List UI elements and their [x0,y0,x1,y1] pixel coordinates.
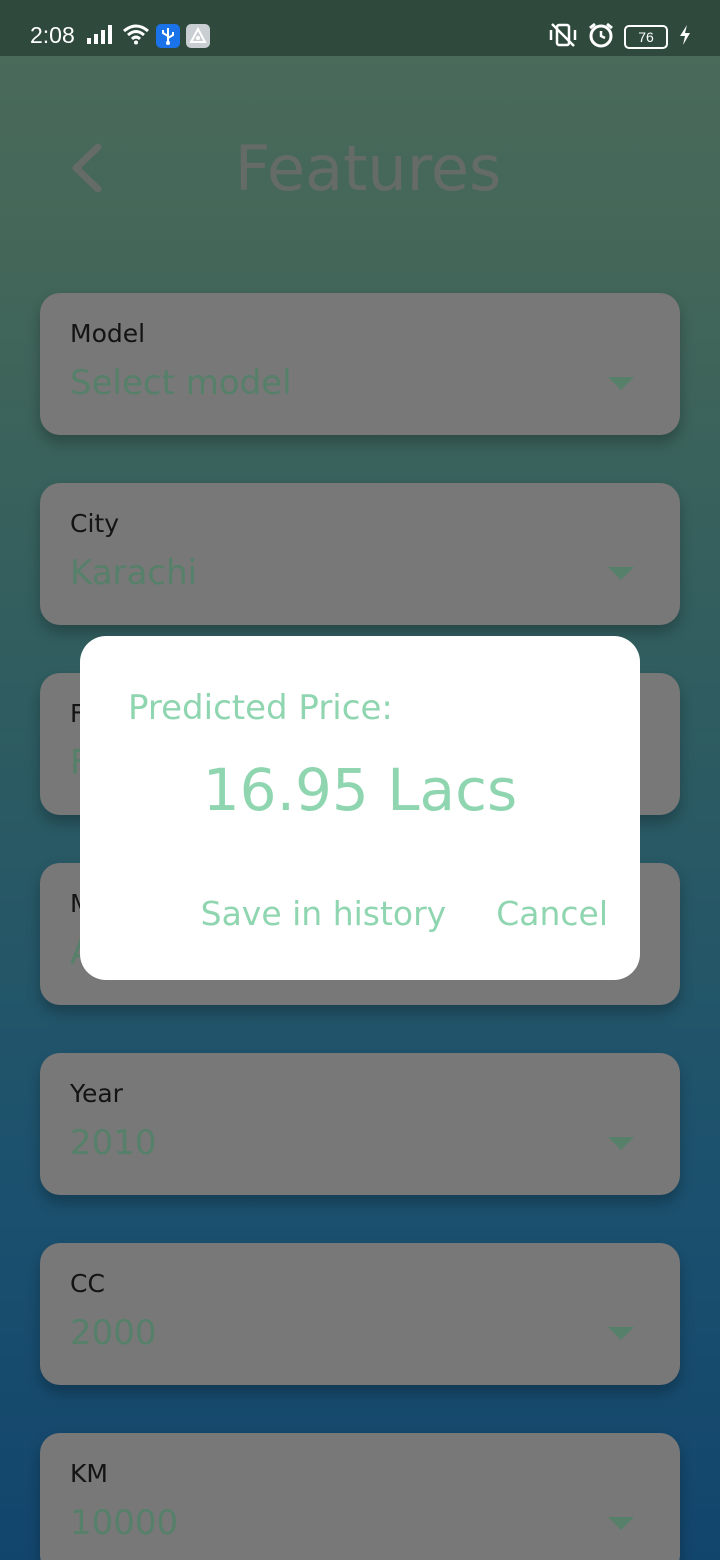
dialog-title: Predicted Price: [128,688,393,728]
status-icons-left [86,23,210,49]
predicted-price-dialog: Predicted Price: 16.95 Lacs Save in hist… [80,636,640,980]
app-screen: 2:08 76 Features Model Select model City… [0,0,720,1560]
wifi-icon [122,23,150,49]
status-time: 2:08 [30,22,75,48]
status-bar: 2:08 76 [0,0,720,56]
vibrate-off-icon [548,22,578,52]
battery-icon: 76 [624,25,668,49]
dialog-actions: Save in history Cancel [201,894,608,933]
charging-icon [678,24,692,50]
alarm-icon [588,22,614,52]
signal-icon [86,24,116,48]
save-in-history-button[interactable]: Save in history [201,894,447,933]
app-notification-icon [186,24,210,48]
cancel-button[interactable]: Cancel [496,894,608,933]
predicted-price-value: 16.95 Lacs [202,756,518,824]
usb-icon [156,24,180,48]
status-icons-right: 76 [548,22,692,52]
